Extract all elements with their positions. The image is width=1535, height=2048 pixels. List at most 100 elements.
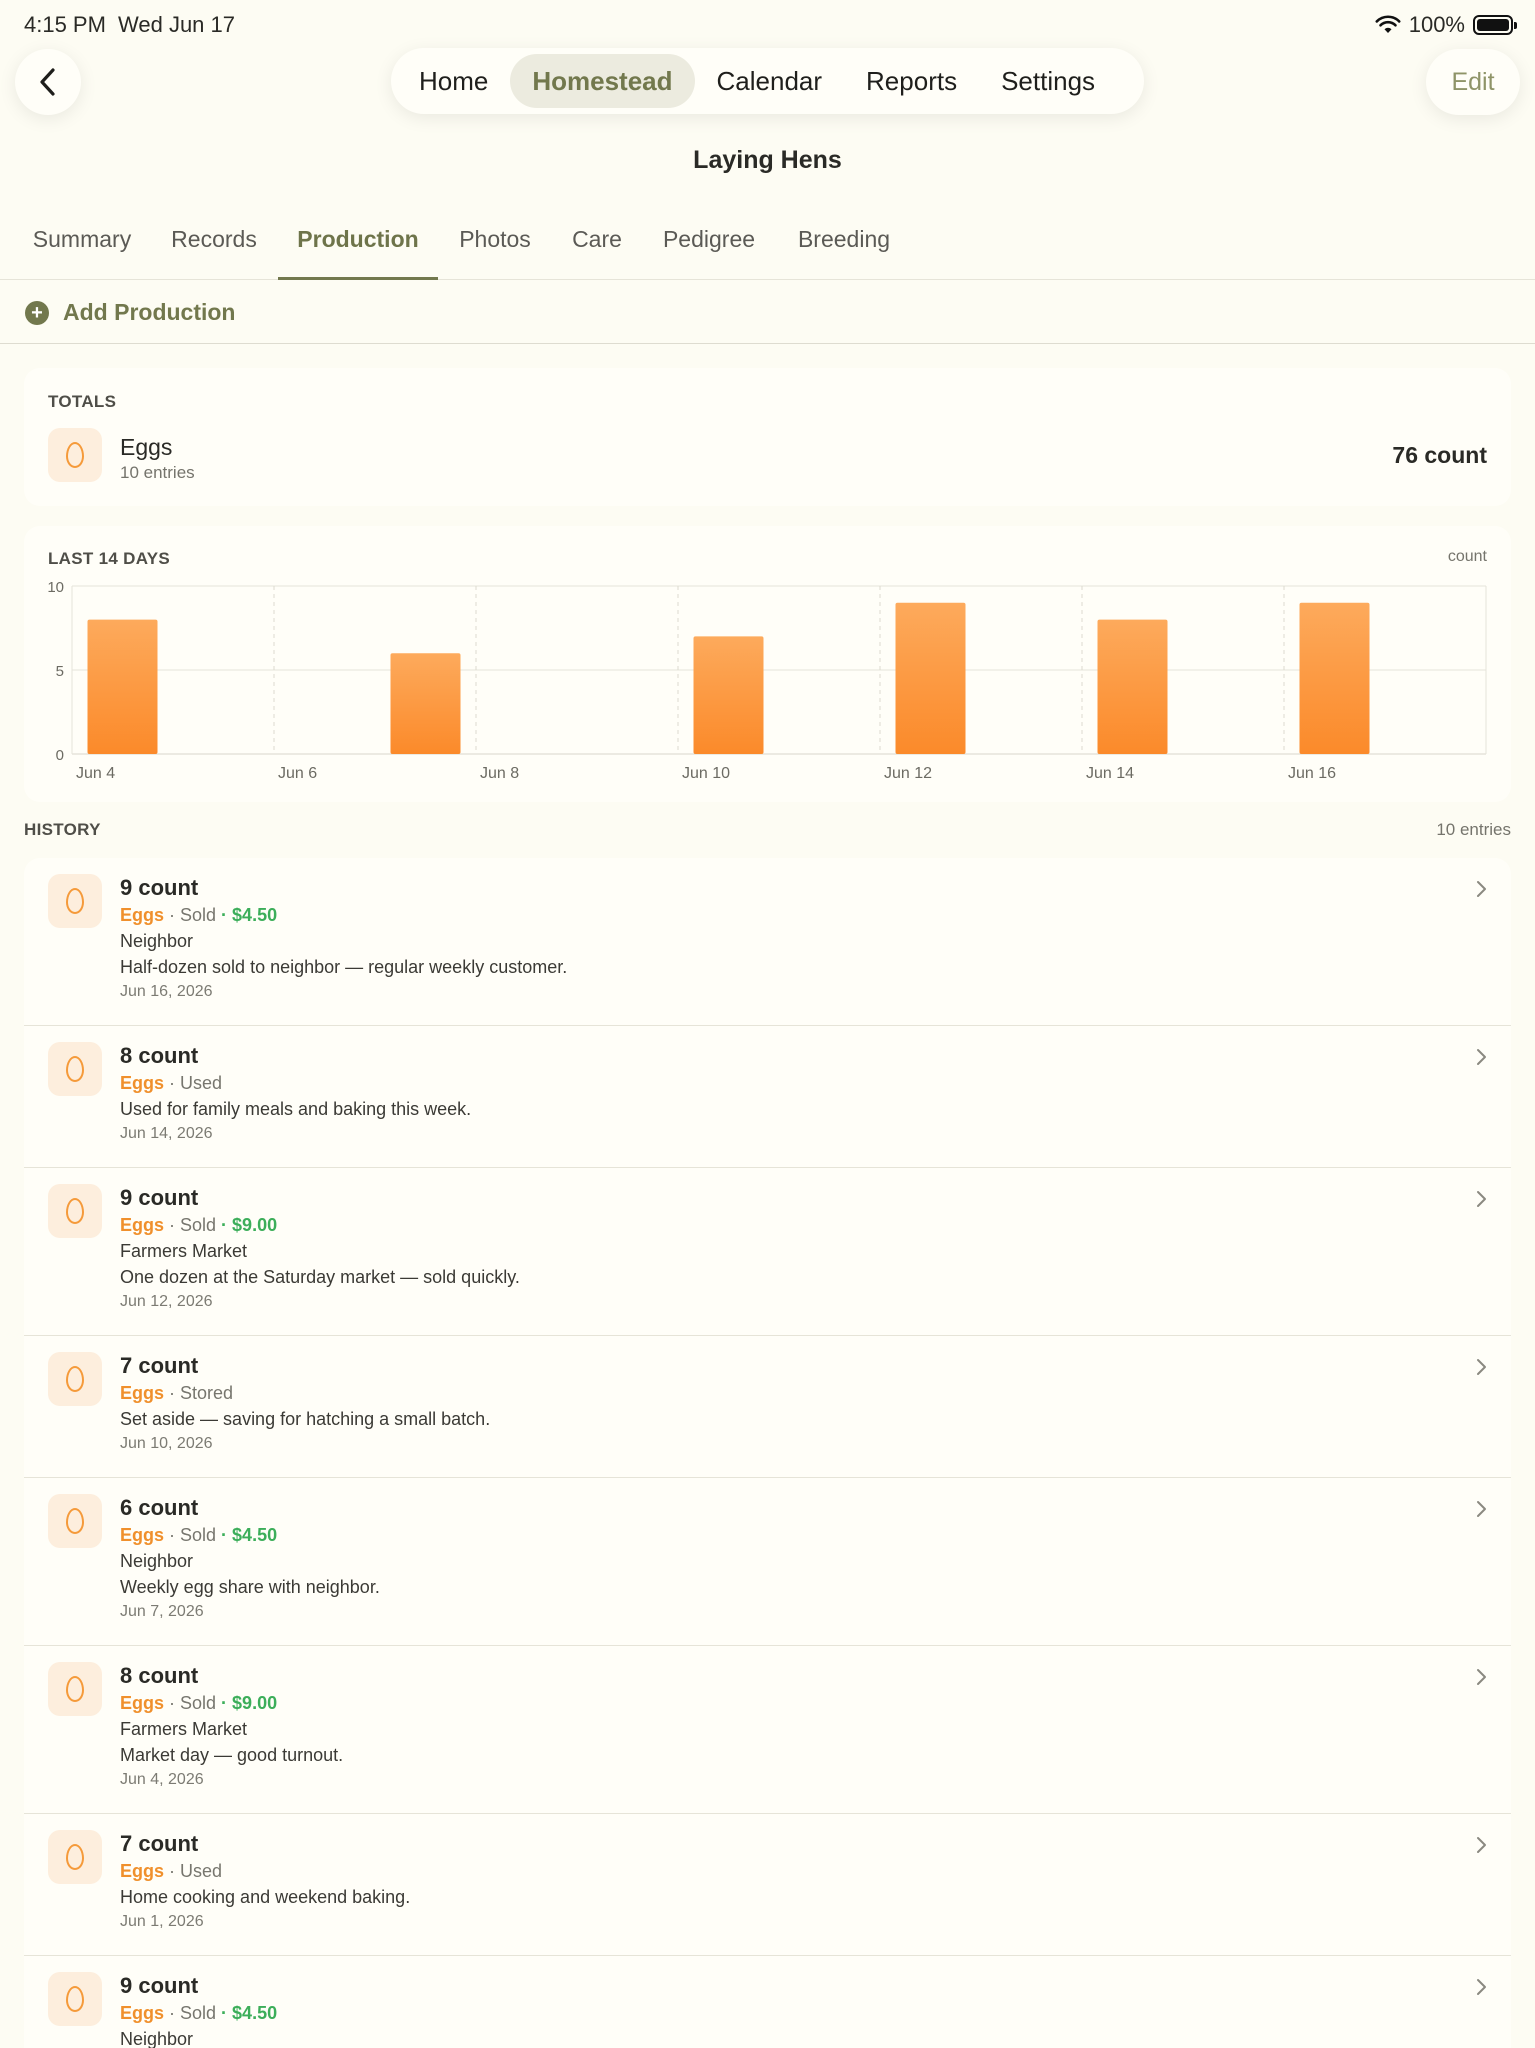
history-type: Sold [180,1525,217,1545]
history-note: Used for family meals and baking this we… [120,1099,472,1119]
history-row-content: 8 count Eggs · Used Used for family meals … [120,1042,471,1146]
history-note: Set aside — saving for hatching a small … [120,1409,491,1429]
history-row-content: 9 count Eggs · Sold · $4.50 Neighbor [120,1972,277,2048]
history-separator: · [164,1861,181,1881]
chart-bar [693,636,764,754]
chart-y-tick-label: 5 [56,663,64,680]
history-row-content: 9 count Eggs · Sold · $9.00 Farmers Market… [120,1184,520,1314]
totals-label: TOTALS [48,392,117,411]
egg-icon [48,1352,102,1406]
history-separator: · [164,2003,181,2023]
history-row[interactable]: 9 count Eggs · Sold · $4.50 Neighbor [24,1956,1511,2048]
history-meta: Eggs · Stored [120,1380,490,1406]
history-amount: 8 count [120,1043,199,1068]
egg-icon [48,428,102,482]
subtab-summary[interactable]: Summary [14,226,150,280]
history-type: Used [180,1861,223,1881]
subtab-production[interactable]: Production [278,226,438,280]
history-category: Eggs [120,905,165,925]
history-category: Eggs [120,1073,165,1093]
totals-entries: 10 entries [120,463,195,482]
subtab-photos[interactable]: Photos [446,226,544,280]
history-date: Jun 10, 2026 [120,1435,213,1452]
chevron-right-icon [1477,1837,1486,1853]
history-separator: · [164,1073,181,1093]
subtab-pedigree[interactable]: Pedigree [652,226,766,280]
history-row[interactable]: 6 count Eggs · Sold · $4.50 Neighbor Weekly… [24,1478,1511,1646]
history-meta: Eggs · Sold · $4.50 [120,1522,380,1548]
history-note: Home cooking and weekend baking. [120,1887,411,1907]
history-buyer: Farmers Market [120,1241,248,1261]
battery-percent: 100% [1408,12,1465,37]
plus-circle-icon: + [25,300,49,325]
history-row[interactable]: 7 count Eggs · Used Home cooking and weeke… [24,1814,1511,1956]
history-separator: · [164,1693,181,1713]
history-row[interactable]: 7 count Eggs · Stored Set aside — saving f… [24,1336,1511,1478]
history-note: One dozen at the Saturday market — sold … [120,1267,520,1287]
status-date: Wed Jun 17 [118,12,236,37]
history-meta: Eggs · Sold · $9.00 [120,1690,343,1716]
history-amount: 9 count [120,1185,199,1210]
subtab-records[interactable]: Records [158,226,270,280]
egg-icon [48,1662,102,1716]
egg-icon [48,1972,102,2026]
subtab-breeding[interactable]: Breeding [780,226,908,280]
chart-x-tick-label: Jun 4 [76,765,115,782]
history-meta: Eggs · Used [120,1858,410,1884]
page-title: Laying Hens [693,146,842,174]
history-row[interactable]: 8 count Eggs · Sold · $9.00 Farmers Market… [24,1646,1511,1814]
history-note: Half-dozen sold to neighbor — regular we… [120,957,568,977]
egg-icon [48,1042,102,1096]
tab-homestead[interactable]: Homestead [510,54,695,108]
history-date: Jun 12, 2026 [120,1293,213,1310]
history-row[interactable]: 8 count Eggs · Used Used for family meals … [24,1026,1511,1168]
history-buyer: Neighbor [120,1551,194,1571]
chart-x-tick-label: Jun 10 [682,765,730,782]
edit-button[interactable]: Edit [1426,49,1520,115]
history-price-separator: · [216,1693,233,1713]
history-row-content: 7 count Eggs · Used Home cooking and weeke… [120,1830,410,1934]
add-production-button[interactable]: + Add Production [0,282,1535,344]
chevron-left-icon [40,68,55,96]
history-row[interactable]: 9 count Eggs · Sold · $9.00 Farmers Market… [24,1168,1511,1336]
chart-bar [895,602,966,754]
history-count: 10 entries [1436,820,1511,839]
chart-bar [1097,619,1168,754]
history-meta: Eggs · Used [120,1070,471,1096]
chevron-right-icon [1477,881,1486,897]
chart-x-tick-label: Jun 14 [1086,765,1134,782]
history-type: Sold [180,1215,217,1235]
chart-x-tick-label: Jun 12 [884,765,932,782]
subtab-care[interactable]: Care [554,226,640,280]
back-button[interactable] [15,49,81,115]
history-category: Eggs [120,1861,165,1881]
history-meta: Eggs · Sold · $4.50 [120,902,567,928]
history-category: Eggs [120,1383,165,1403]
history-date: Jun 14, 2026 [120,1125,213,1142]
history-price: $4.50 [232,1525,278,1545]
chevron-right-icon [1477,1049,1486,1065]
tab-reports[interactable]: Reports [844,54,979,108]
chevron-right-icon [1477,1501,1486,1517]
chart-y-tick-label: 0 [56,747,64,764]
history-category: Eggs [120,2003,165,2023]
history-row-content: 9 count Eggs · Sold · $4.50 Neighbor Half-d… [120,874,567,1004]
totals-value: 76 count [1392,442,1487,468]
totals-card: TOTALS Eggs 10 entries 76 count [24,368,1511,506]
history-meta: Eggs · Sold · $9.00 [120,1212,520,1238]
section-tabs: Summary Records Production Photos Care P… [0,226,1535,280]
history-type: Sold [180,905,217,925]
tab-calendar[interactable]: Calendar [695,54,845,108]
tab-home[interactable]: Home [397,54,510,108]
history-price-separator: · [216,1215,233,1235]
chevron-right-icon [1477,1191,1486,1207]
add-production-label: Add Production [63,299,236,325]
history-row[interactable]: 9 count Eggs · Sold · $4.50 Neighbor Half-d… [24,858,1511,1026]
egg-icon [48,1184,102,1238]
history-separator: · [164,1215,181,1235]
battery-icon [1473,15,1517,35]
history-header: HISTORY 10 entries [24,820,1511,840]
history-date: Jun 4, 2026 [120,1771,204,1788]
tab-settings[interactable]: Settings [979,54,1117,108]
history-meta: Eggs · Sold · $4.50 [120,2000,277,2026]
